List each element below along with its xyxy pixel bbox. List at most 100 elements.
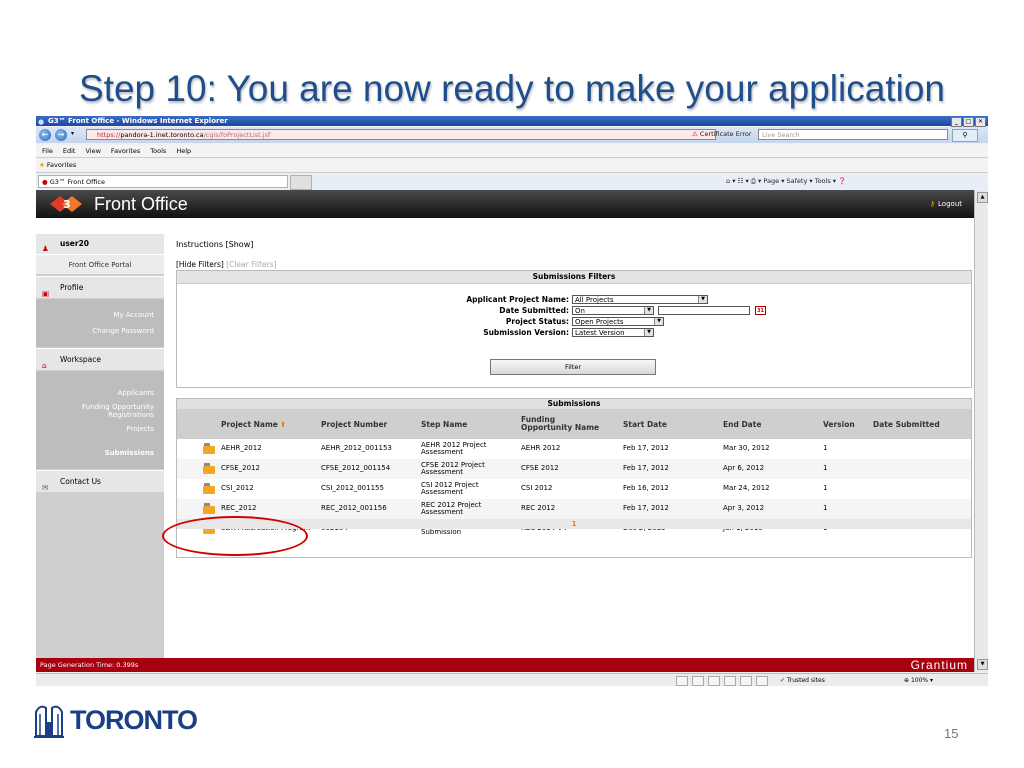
date-label: Date Submitted: (499, 306, 569, 315)
status-panel (676, 676, 688, 686)
tab-front-office[interactable]: ● G3™ Front Office (38, 175, 288, 188)
column-start-date[interactable]: Start Date (623, 409, 667, 439)
scroll-up-icon[interactable]: ▲ (977, 192, 988, 203)
column-date-submitted[interactable]: Date Submitted (873, 409, 940, 439)
menu-tools[interactable]: Tools (150, 147, 166, 155)
cell-version: 1 (823, 464, 828, 473)
cell-name[interactable]: AEHR_2012 (221, 439, 317, 459)
checkmark-icon: ✔ (780, 677, 786, 684)
cell-version: 1 (823, 444, 828, 453)
menu-file[interactable]: File (42, 147, 53, 155)
sidebar-item-change-password[interactable]: Change Password (36, 323, 164, 339)
new-tab-button[interactable] (290, 175, 312, 190)
table-row[interactable]: AEHR_2012 AEHR_2012_001153 AEHR 2012 Proje… (177, 439, 971, 459)
status-panel (740, 676, 752, 686)
menu-view[interactable]: View (85, 147, 100, 155)
tab-favicon-icon: ● (42, 178, 48, 186)
address-bar[interactable]: https://pandora-1.inet.toronto.ca/cgis/f… (86, 129, 716, 140)
cell-submitted (873, 499, 969, 519)
cell-start: Feb 17, 2012 (623, 464, 669, 473)
help-icon[interactable]: ❓ (838, 177, 846, 185)
cell-start: Feb 17, 2012 (623, 444, 669, 453)
search-icon[interactable]: ⚲ (952, 129, 978, 142)
logout-button[interactable]: ⚷ Logout (930, 200, 962, 208)
back-icon[interactable]: ← (39, 129, 51, 141)
scroll-down-icon[interactable]: ▼ (977, 659, 988, 670)
sidebar: ♟ user20 Front Office Portal ▣ Profile M… (36, 234, 164, 658)
vertical-scrollbar[interactable]: ▲ ▼ (974, 190, 988, 672)
print-icon[interactable]: ⎙ (751, 177, 756, 185)
date-operator-select[interactable]: On ▼ (572, 306, 654, 315)
status-value: Open Projects (575, 318, 624, 326)
version-select[interactable]: Latest Version ▼ (572, 328, 654, 337)
menu-edit[interactable]: Edit (63, 147, 76, 155)
certificate-error[interactable]: ⚠ Certificate Error (692, 129, 752, 140)
column-end-date[interactable]: End Date (723, 409, 761, 439)
chevron-down-icon: ▼ (654, 318, 663, 325)
cell-step: CFSE 2012 Project Assessment (421, 460, 485, 476)
cell-submitted (873, 439, 969, 459)
sidebar-section-contact-us[interactable]: ✉ Contact Us (36, 470, 164, 492)
column-version[interactable]: Version (823, 409, 855, 439)
sidebar-user: ♟ user20 (36, 234, 164, 254)
history-dropdown-icon[interactable]: ▾ (71, 130, 74, 137)
instructions-label: Instructions (176, 240, 223, 249)
cell-name[interactable]: CSI_2012 (221, 479, 317, 499)
folder-icon[interactable] (203, 503, 215, 514)
calendar-icon[interactable]: 31 (755, 306, 766, 315)
date-input[interactable] (658, 306, 750, 315)
toronto-wordmark: TORONTO (70, 704, 198, 735)
sidebar-item-my-account[interactable]: My Account (36, 307, 164, 323)
hide-filters-link[interactable]: [Hide Filters] (176, 260, 224, 269)
status-select[interactable]: Open Projects ▼ (572, 317, 664, 326)
column-funding-opportunity[interactable]: Funding Opportunity Name (521, 409, 601, 439)
status-panel (692, 676, 704, 686)
folder-icon[interactable] (203, 463, 215, 474)
sidebar-section-workspace[interactable]: ⌂ Workspace (36, 348, 164, 370)
command-bar[interactable]: ⌂ ▾ ☷ ▾ ⎙ ▾ Page ▾ Safety ▾ Tools ▾ ❓ (726, 173, 846, 189)
sidebar-section-profile[interactable]: ▣ Profile (36, 276, 164, 298)
table-row[interactable]: CSI_2012 CSI_2012_001155 CSI 2012 Project … (177, 479, 971, 499)
sidebar-item-front-office-portal[interactable]: Front Office Portal (36, 254, 164, 274)
clear-filters-link[interactable]: [Clear Filters] (226, 260, 276, 269)
favorites-button[interactable]: Favorites (47, 161, 76, 169)
column-project-name[interactable]: Project Name ⬆ (221, 409, 286, 439)
cell-name[interactable]: CFSE_2012 (221, 459, 317, 479)
sidebar-section-label: Contact Us (60, 477, 101, 486)
sort-ascending-icon: ⬆ (279, 419, 287, 429)
menu-favorites[interactable]: Favorites (111, 147, 140, 155)
zoom-level[interactable]: ⊕ 100% ▾ (904, 674, 933, 686)
cell-funding: CSI 2012 (521, 484, 553, 493)
status-panel (724, 676, 736, 686)
search-input[interactable]: Live Search (758, 129, 948, 140)
sidebar-gap (36, 339, 164, 347)
feeds-icon[interactable]: ☷ (738, 177, 744, 185)
close-icon[interactable]: ✕ (975, 117, 986, 127)
restore-icon[interactable]: □ (963, 117, 974, 127)
menu-help[interactable]: Help (176, 147, 191, 155)
sidebar-item-submissions[interactable]: Submissions (36, 445, 164, 461)
sidebar-item-projects[interactable]: Projects (36, 421, 164, 437)
command-menus[interactable]: Page ▾ Safety ▾ Tools ▾ (763, 177, 836, 185)
table-row[interactable]: CFSE_2012 CFSE_2012_001154 CFSE 2012 Proje… (177, 459, 971, 479)
column-step-name[interactable]: Step Name (421, 409, 467, 439)
home-icon[interactable]: ⌂ (726, 177, 730, 185)
forward-icon[interactable]: → (55, 129, 67, 141)
folder-icon[interactable] (203, 443, 215, 454)
filter-button[interactable]: Filter (490, 359, 656, 375)
project-name-select[interactable]: All Projects ▼ (572, 295, 708, 304)
sidebar-gap (36, 437, 164, 445)
page-link[interactable]: 1 (572, 520, 577, 528)
sidebar-item-applicants[interactable]: Applicants (36, 385, 164, 401)
sidebar-item-funding-registrations[interactable]: Funding Opportunity Registrations (36, 401, 164, 421)
security-zone[interactable]: ✔ Trusted sites (780, 674, 825, 686)
table-row[interactable]: REC_2012 REC_2012_001156 REC 2012 Project … (177, 499, 971, 519)
version-value: Latest Version (575, 329, 625, 337)
instructions-show-link[interactable]: [Show] (226, 240, 254, 249)
slide-title: Step 10: You are now ready to make your … (79, 68, 945, 109)
folder-icon[interactable] (203, 483, 215, 494)
minimize-icon[interactable]: _ (951, 117, 962, 127)
tab-title: G3™ Front Office (49, 178, 105, 186)
column-project-number[interactable]: Project Number (321, 409, 387, 439)
status-panel (756, 676, 768, 686)
